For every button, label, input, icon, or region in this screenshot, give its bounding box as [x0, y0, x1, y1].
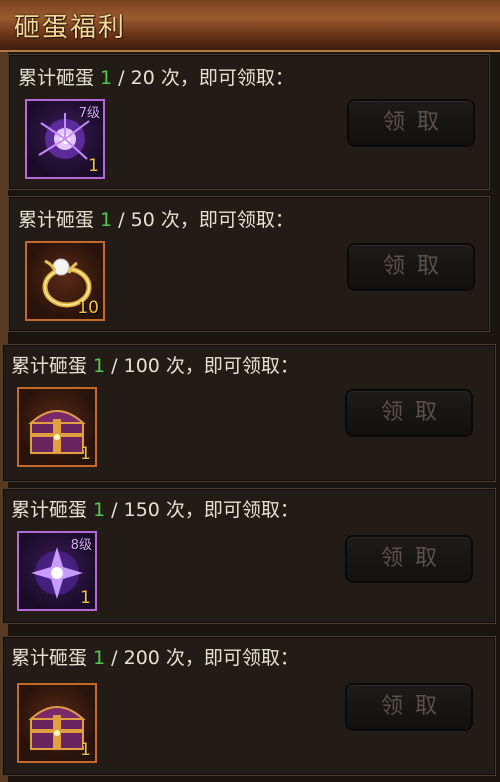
reward-condition: 累计砸蛋 1 / 50 次，即可领取： [18, 209, 294, 231]
item-quantity: 1 [88, 156, 99, 176]
item-quantity: 1 [80, 740, 91, 760]
progress-current: 1 [93, 499, 106, 521]
panel-header: 砸蛋福利 [0, 0, 500, 52]
reward-item-slot[interactable]: 1 [17, 387, 97, 467]
panel-title: 砸蛋福利 [14, 13, 127, 43]
claim-button[interactable]: 领取 [347, 685, 471, 729]
claim-button[interactable]: 领取 [349, 101, 473, 145]
progress-current: 1 [93, 647, 106, 669]
item-quantity: 1 [80, 588, 91, 608]
reward-row: 累计砸蛋 1 / 100 次，即可领取： 1 领取 [2, 344, 496, 482]
claim-button[interactable]: 领取 [349, 245, 473, 289]
reward-condition: 累计砸蛋 1 / 150 次，即可领取： [11, 499, 299, 521]
claim-button[interactable]: 领取 [347, 537, 471, 581]
item-quantity: 10 [77, 298, 99, 318]
reward-row: 累计砸蛋 1 / 50 次，即可领取： 10 领取 [8, 196, 490, 332]
reward-row: 累计砸蛋 1 / 200 次，即可领取： 1 领取 [2, 636, 496, 776]
reward-item-slot[interactable]: 10 [25, 241, 105, 321]
progress-current: 1 [100, 67, 113, 89]
reward-condition: 累计砸蛋 1 / 100 次，即可领取： [11, 355, 299, 377]
reward-condition: 累计砸蛋 1 / 20 次，即可领取： [18, 67, 294, 89]
item-quantity: 1 [80, 444, 91, 464]
item-level: 7级 [78, 106, 100, 121]
reward-row: 累计砸蛋 1 / 150 次，即可领取： 8级 1 领取 [2, 488, 496, 624]
reward-item-slot[interactable]: 8级 1 [17, 531, 97, 611]
item-level: 8级 [70, 538, 92, 553]
reward-item-slot[interactable]: 7级 1 [25, 99, 105, 179]
reward-row: 累计砸蛋 1 / 20 次，即可领取： 7级 1 领取 [8, 54, 490, 190]
reward-condition: 累计砸蛋 1 / 200 次，即可领取： [11, 647, 299, 669]
progress-current: 1 [100, 209, 113, 231]
progress-current: 1 [93, 355, 106, 377]
reward-item-slot[interactable]: 1 [17, 683, 97, 763]
claim-button[interactable]: 领取 [347, 391, 471, 435]
